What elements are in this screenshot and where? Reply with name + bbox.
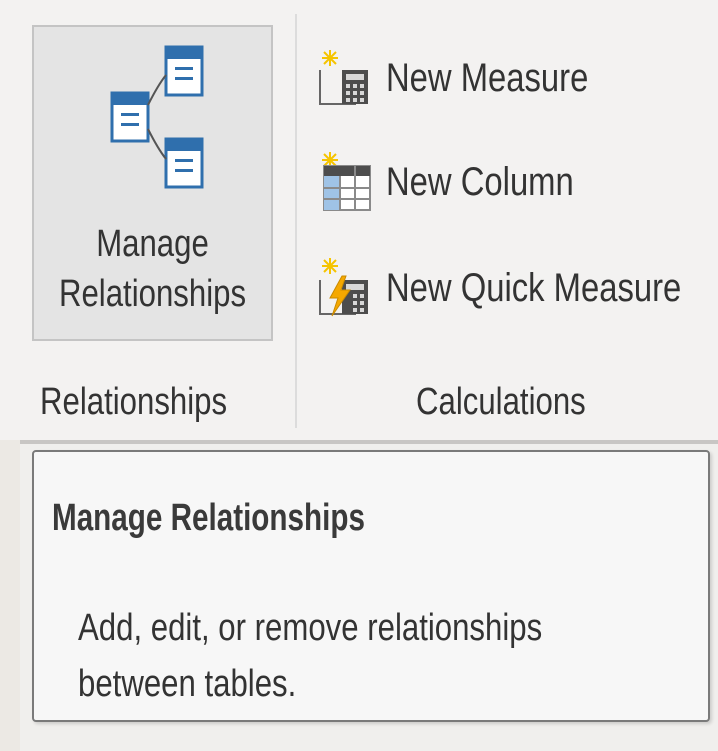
tooltip-line2: between tables.	[78, 663, 297, 705]
new-measure-button[interactable]: New Measure	[316, 48, 696, 108]
new-quick-measure-label: New Quick Measure	[386, 266, 682, 310]
manage-relationships-button[interactable]: Manage Relationships	[32, 25, 273, 341]
manage-relationships-label: Manage Relationships	[55, 219, 249, 319]
relationships-icon	[108, 45, 208, 190]
new-column-label: New Column	[386, 160, 574, 204]
new-measure-label: New Measure	[386, 56, 589, 100]
ribbon-divider	[20, 440, 718, 444]
calculations-group-label: Calculations	[416, 381, 586, 423]
tooltip-title: Manage Relationships	[52, 497, 365, 539]
manage-label-line2: Relationships	[58, 273, 247, 315]
tooltip-description: Add, edit, or remove relationships betwe…	[78, 600, 542, 712]
new-measure-icon	[316, 48, 378, 108]
new-column-button[interactable]: New Column	[316, 152, 696, 212]
manage-label-line1: Manage	[96, 223, 209, 265]
group-separator	[295, 14, 297, 428]
tooltip-line1: Add, edit, or remove relationships	[78, 607, 543, 649]
new-column-icon	[316, 152, 378, 212]
tooltip: Manage Relationships Add, edit, or remov…	[32, 450, 710, 722]
new-quick-measure-icon	[316, 258, 378, 318]
new-quick-measure-button[interactable]: New Quick Measure	[316, 258, 716, 318]
relationships-group-label: Relationships	[40, 381, 228, 423]
